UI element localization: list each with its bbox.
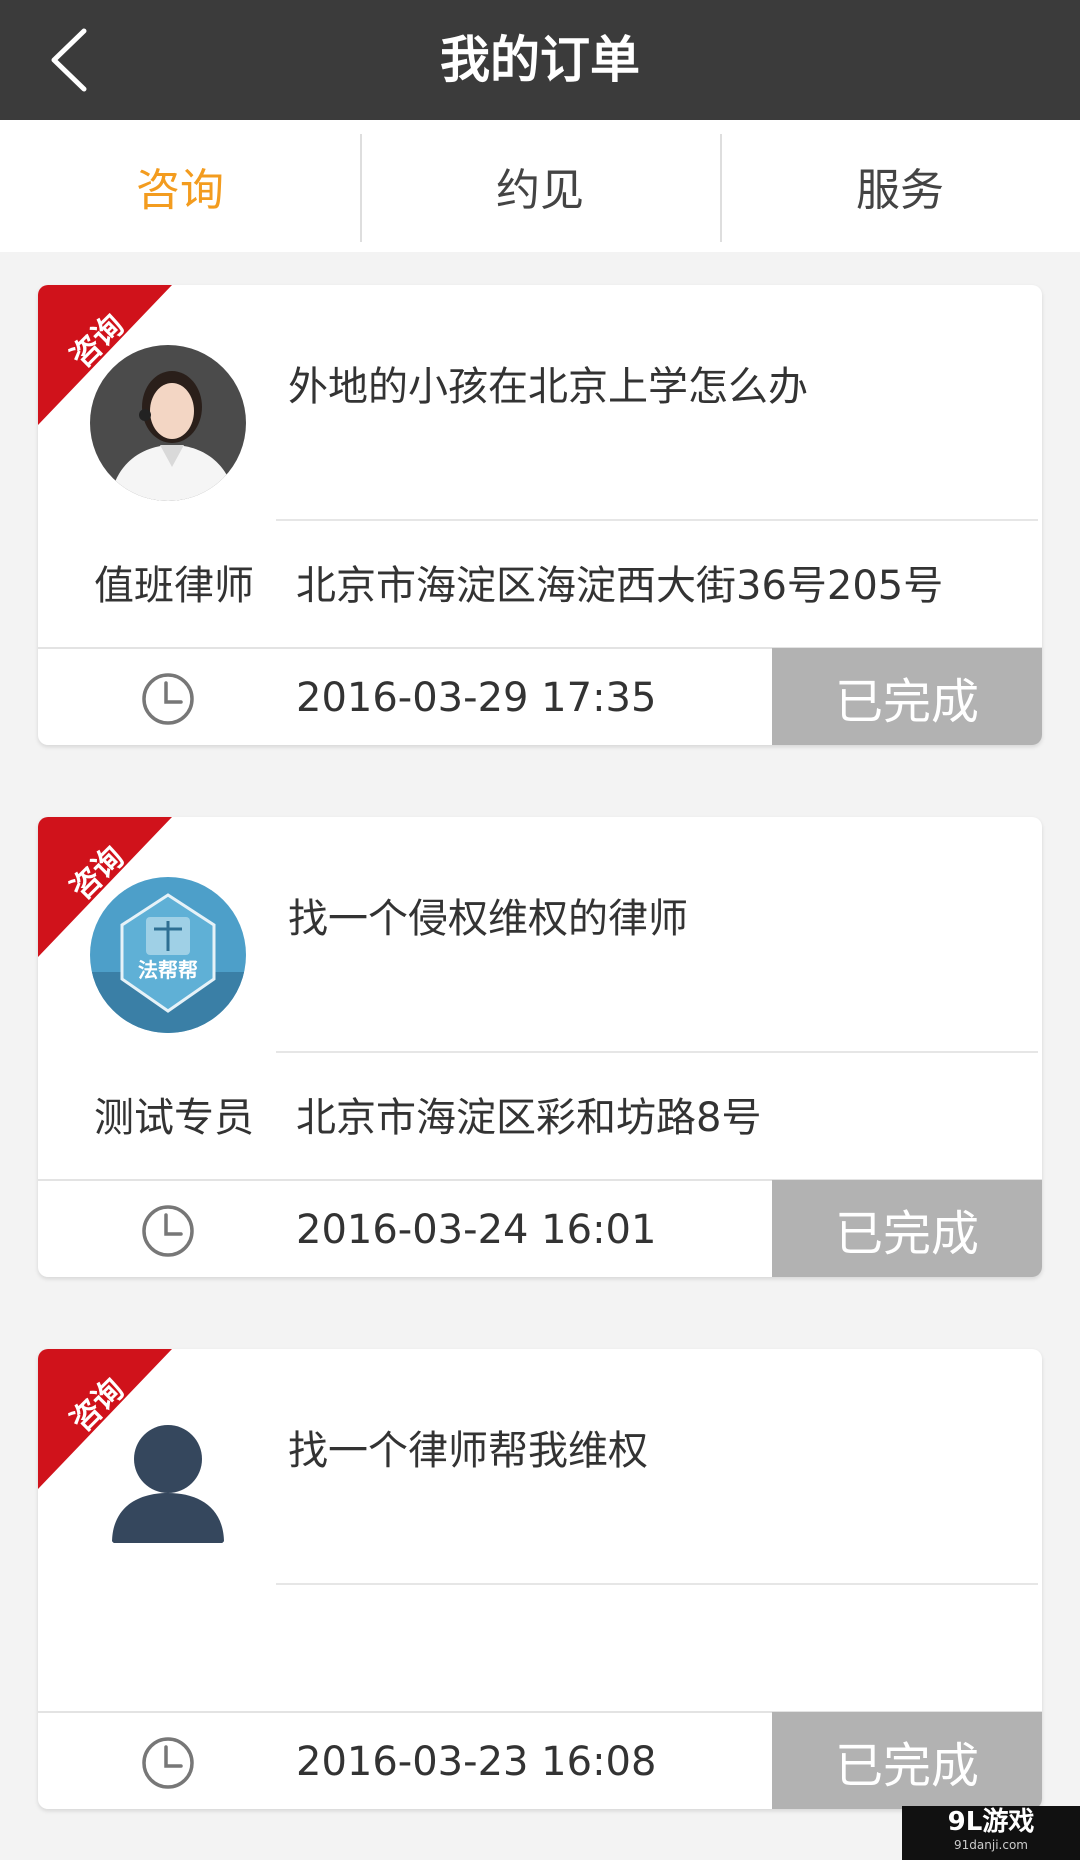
- clock-icon: [142, 1205, 194, 1257]
- top-bar: 我的订单: [0, 0, 1080, 120]
- question-title: 找一个侵权维权的律师: [288, 896, 688, 942]
- chevron-left-icon: [51, 28, 87, 92]
- page-title: 我的订单: [440, 31, 640, 89]
- question-title: 外地的小孩在北京上学怎么办: [288, 364, 808, 410]
- clock-icon: [142, 1737, 194, 1789]
- divider: [276, 1051, 1038, 1053]
- avatar: 法帮帮: [90, 877, 246, 1033]
- user-silhouette-icon: [90, 1409, 246, 1565]
- clock-icon: [142, 673, 194, 725]
- status-button[interactable]: 已完成: [772, 1180, 1042, 1277]
- order-card[interactable]: 咨询 外地的小孩在北京上学怎么办 值班律师 北京市海淀区海淀西大街36号205号…: [38, 285, 1042, 745]
- order-time: 2016-03-24 16:01: [296, 1207, 657, 1253]
- watermark-text: 9L游戏: [947, 1807, 1035, 1837]
- divider: [276, 1583, 1038, 1585]
- divider: [276, 519, 1038, 521]
- back-button[interactable]: [30, 22, 106, 98]
- tab-consult[interactable]: 咨询: [0, 120, 360, 252]
- watermark-url: 91danji.com: [954, 1838, 1028, 1852]
- avatar: [90, 345, 246, 501]
- order-card[interactable]: 咨询 法帮帮 找一个侵权维权的律师 测试专员 北京市海淀区彩和坊路8号 2016…: [38, 817, 1042, 1277]
- lawyer-name: 测试专员: [94, 1095, 254, 1141]
- status-button[interactable]: 已完成: [772, 648, 1042, 745]
- order-time: 2016-03-29 17:35: [296, 675, 657, 721]
- lawyer-name: 值班律师: [94, 563, 254, 609]
- lawyer-address: 北京市海淀区彩和坊路8号: [296, 1095, 762, 1141]
- tab-service[interactable]: 服务: [720, 120, 1080, 252]
- order-time: 2016-03-23 16:08: [296, 1739, 657, 1785]
- order-card[interactable]: 咨询 找一个律师帮我维权 2016-03-23 16:08 已完成: [38, 1349, 1042, 1809]
- tab-bar: 咨询 约见 服务: [0, 120, 1080, 252]
- question-title: 找一个律师帮我维权: [288, 1428, 648, 1474]
- avatar-logo-text: 法帮帮: [138, 958, 198, 982]
- status-button[interactable]: 已完成: [772, 1712, 1042, 1809]
- watermark-logo: 9L游戏 91danji.com: [902, 1806, 1080, 1860]
- tab-meeting[interactable]: 约见: [360, 120, 720, 252]
- lawyer-address: 北京市海淀区海淀西大街36号205号: [296, 563, 944, 609]
